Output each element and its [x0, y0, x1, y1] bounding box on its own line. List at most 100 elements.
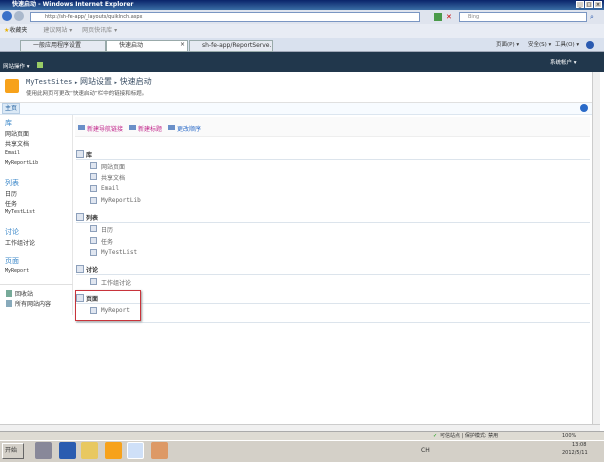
edit-icon[interactable] [90, 249, 97, 256]
list-item[interactable]: 日历 [90, 225, 113, 234]
all-content-icon [6, 300, 12, 307]
close-button[interactable]: × [594, 1, 602, 8]
breadcrumb-separator: ▸ [74, 80, 78, 86]
suggested-sites-link[interactable]: 建议网站 ▾ [43, 27, 72, 34]
edit-icon[interactable] [90, 162, 97, 169]
search-icon[interactable]: ⌕ [590, 13, 594, 22]
all-site-content-link[interactable]: 所有网站内容 [15, 299, 51, 308]
edit-icon[interactable] [90, 278, 97, 285]
minimize-button[interactable]: _ [576, 1, 584, 8]
nav-item[interactable]: 共享文档 [5, 139, 29, 148]
paint-icon[interactable] [151, 442, 168, 459]
tools-icon[interactable] [105, 442, 122, 459]
stop-icon[interactable]: ✕ [446, 13, 454, 21]
list-item[interactable]: 共享文档 [90, 173, 125, 182]
tab-report-server[interactable]: sh-fe-app/ReportServe... [189, 40, 273, 52]
clock-time: 13:08 [572, 442, 587, 448]
user-menu[interactable]: 系统帐户 ▾ [550, 58, 577, 66]
list-item[interactable]: 工作组讨论 [90, 278, 131, 287]
search-input[interactable]: Bing [459, 12, 587, 22]
tab-quick-launch[interactable]: 快速启动 [106, 40, 188, 52]
powershell-icon[interactable] [59, 442, 76, 459]
close-tab-icon[interactable]: × [180, 41, 185, 48]
internet-explorer-icon[interactable] [127, 442, 144, 459]
horizontal-scrollbar[interactable] [0, 424, 600, 431]
reorder-icon [168, 125, 175, 130]
maximize-button[interactable]: □ [585, 1, 593, 8]
nav-heading-lists[interactable]: 列表 [5, 178, 19, 188]
vertical-scrollbar[interactable] [592, 72, 600, 424]
site-actions-menu[interactable]: 网站操作 ▾ [3, 62, 30, 70]
page-description: 使用此网页可更改“快速启动”栏中的链接和标题。 [26, 91, 148, 97]
explorer-icon[interactable] [81, 442, 98, 459]
status-bar: ✓ 可信站点 | 保护模式: 禁用 100% [0, 431, 604, 440]
nav-item[interactable]: 日历 [5, 189, 17, 198]
start-button[interactable]: 开始 [2, 443, 24, 459]
edit-icon[interactable] [90, 237, 97, 244]
nav-item[interactable]: MyReport [5, 268, 29, 274]
new-heading-button[interactable]: 新建标题 [129, 124, 162, 133]
title-bar: 快速启动 - Windows Internet Explorer [0, 0, 604, 10]
list-item[interactable]: 网站页面 [90, 162, 125, 171]
new-heading-label: 新建标题 [138, 126, 163, 133]
nav-heading-pages[interactable]: 页面 [5, 256, 19, 266]
nav-item[interactable]: 工作组讨论 [5, 238, 35, 247]
item-label: 日历 [101, 227, 114, 234]
page-title: 快速启动 [119, 77, 152, 86]
section-heading[interactable]: 讨论 [76, 265, 590, 275]
quick-launch-nav: 库 网站页面 共享文档 Email MyReportLib 列表 日历 任务 M… [0, 115, 73, 315]
list-item[interactable]: MyReportLib [90, 197, 141, 204]
favorites-button[interactable]: 收藏夹 [9, 27, 27, 34]
change-order-button[interactable]: 更改顺序 [168, 124, 201, 133]
top-nav [0, 102, 592, 115]
back-icon[interactable] [2, 11, 12, 21]
list-item[interactable]: Email [90, 185, 119, 192]
edit-icon[interactable] [76, 265, 84, 273]
tab-home[interactable]: 主页 [2, 103, 20, 114]
breadcrumb-site-settings-link[interactable]: 网站设置 [80, 77, 112, 86]
nav-heading-libraries[interactable]: 库 [5, 118, 12, 128]
item-label: 共享文档 [101, 175, 126, 182]
breadcrumb-site-link[interactable]: MyTestSites [26, 78, 72, 86]
edit-icon[interactable] [90, 225, 97, 232]
server-manager-icon[interactable] [35, 442, 52, 459]
section-heading[interactable]: 库 [76, 150, 590, 160]
edit-page-icon[interactable] [37, 62, 43, 68]
item-label: Email [101, 185, 120, 192]
recycle-bin-link[interactable]: 回收站 [15, 289, 33, 298]
new-link-icon [78, 125, 85, 130]
help-icon[interactable] [586, 41, 594, 49]
address-input[interactable]: http://sh-fe-app/_layouts/quiklnch.aspx [30, 12, 420, 22]
nav-item[interactable]: 任务 [5, 199, 17, 208]
safety-menu[interactable]: 安全(S) ▾ [528, 41, 551, 50]
divider [76, 322, 590, 323]
section-heading[interactable]: 页面 [76, 294, 590, 304]
edit-icon[interactable] [90, 197, 97, 204]
list-item[interactable]: 任务 [90, 237, 113, 246]
nav-heading-discussions[interactable]: 讨论 [5, 227, 19, 237]
edit-icon[interactable] [76, 150, 84, 158]
section-heading[interactable]: 列表 [76, 213, 590, 223]
language-indicator[interactable]: CH [421, 447, 430, 454]
window-title: 快速启动 - Windows Internet Explorer [12, 1, 134, 8]
new-heading-icon [129, 125, 136, 130]
edit-icon[interactable] [90, 173, 97, 180]
nav-item[interactable]: Email [5, 150, 20, 156]
refresh-icon[interactable] [434, 13, 442, 21]
nav-item[interactable]: MyReportLib [5, 160, 38, 166]
tab-general-settings[interactable]: 一般应用程序设置 [20, 40, 106, 52]
tools-menu[interactable]: 工具(O) ▾ [555, 41, 579, 50]
list-item[interactable]: MyTestList [90, 249, 137, 256]
edit-icon[interactable] [76, 213, 84, 221]
item-label: 网站页面 [101, 164, 126, 171]
help-icon[interactable] [580, 104, 588, 112]
web-slice-gallery-link[interactable]: 网页快讯库 ▾ [82, 27, 117, 34]
edit-icon[interactable] [90, 185, 97, 192]
nav-item[interactable]: MyTestList [5, 209, 35, 215]
new-navigation-link-button[interactable]: 新建导航链接 [78, 124, 123, 133]
forward-icon[interactable] [14, 11, 24, 21]
nav-item[interactable]: 网站页面 [5, 129, 29, 138]
nav-divider [0, 284, 73, 285]
page-menu[interactable]: 页面(P) ▾ [496, 41, 519, 50]
new-link-label: 新建导航链接 [87, 126, 124, 133]
